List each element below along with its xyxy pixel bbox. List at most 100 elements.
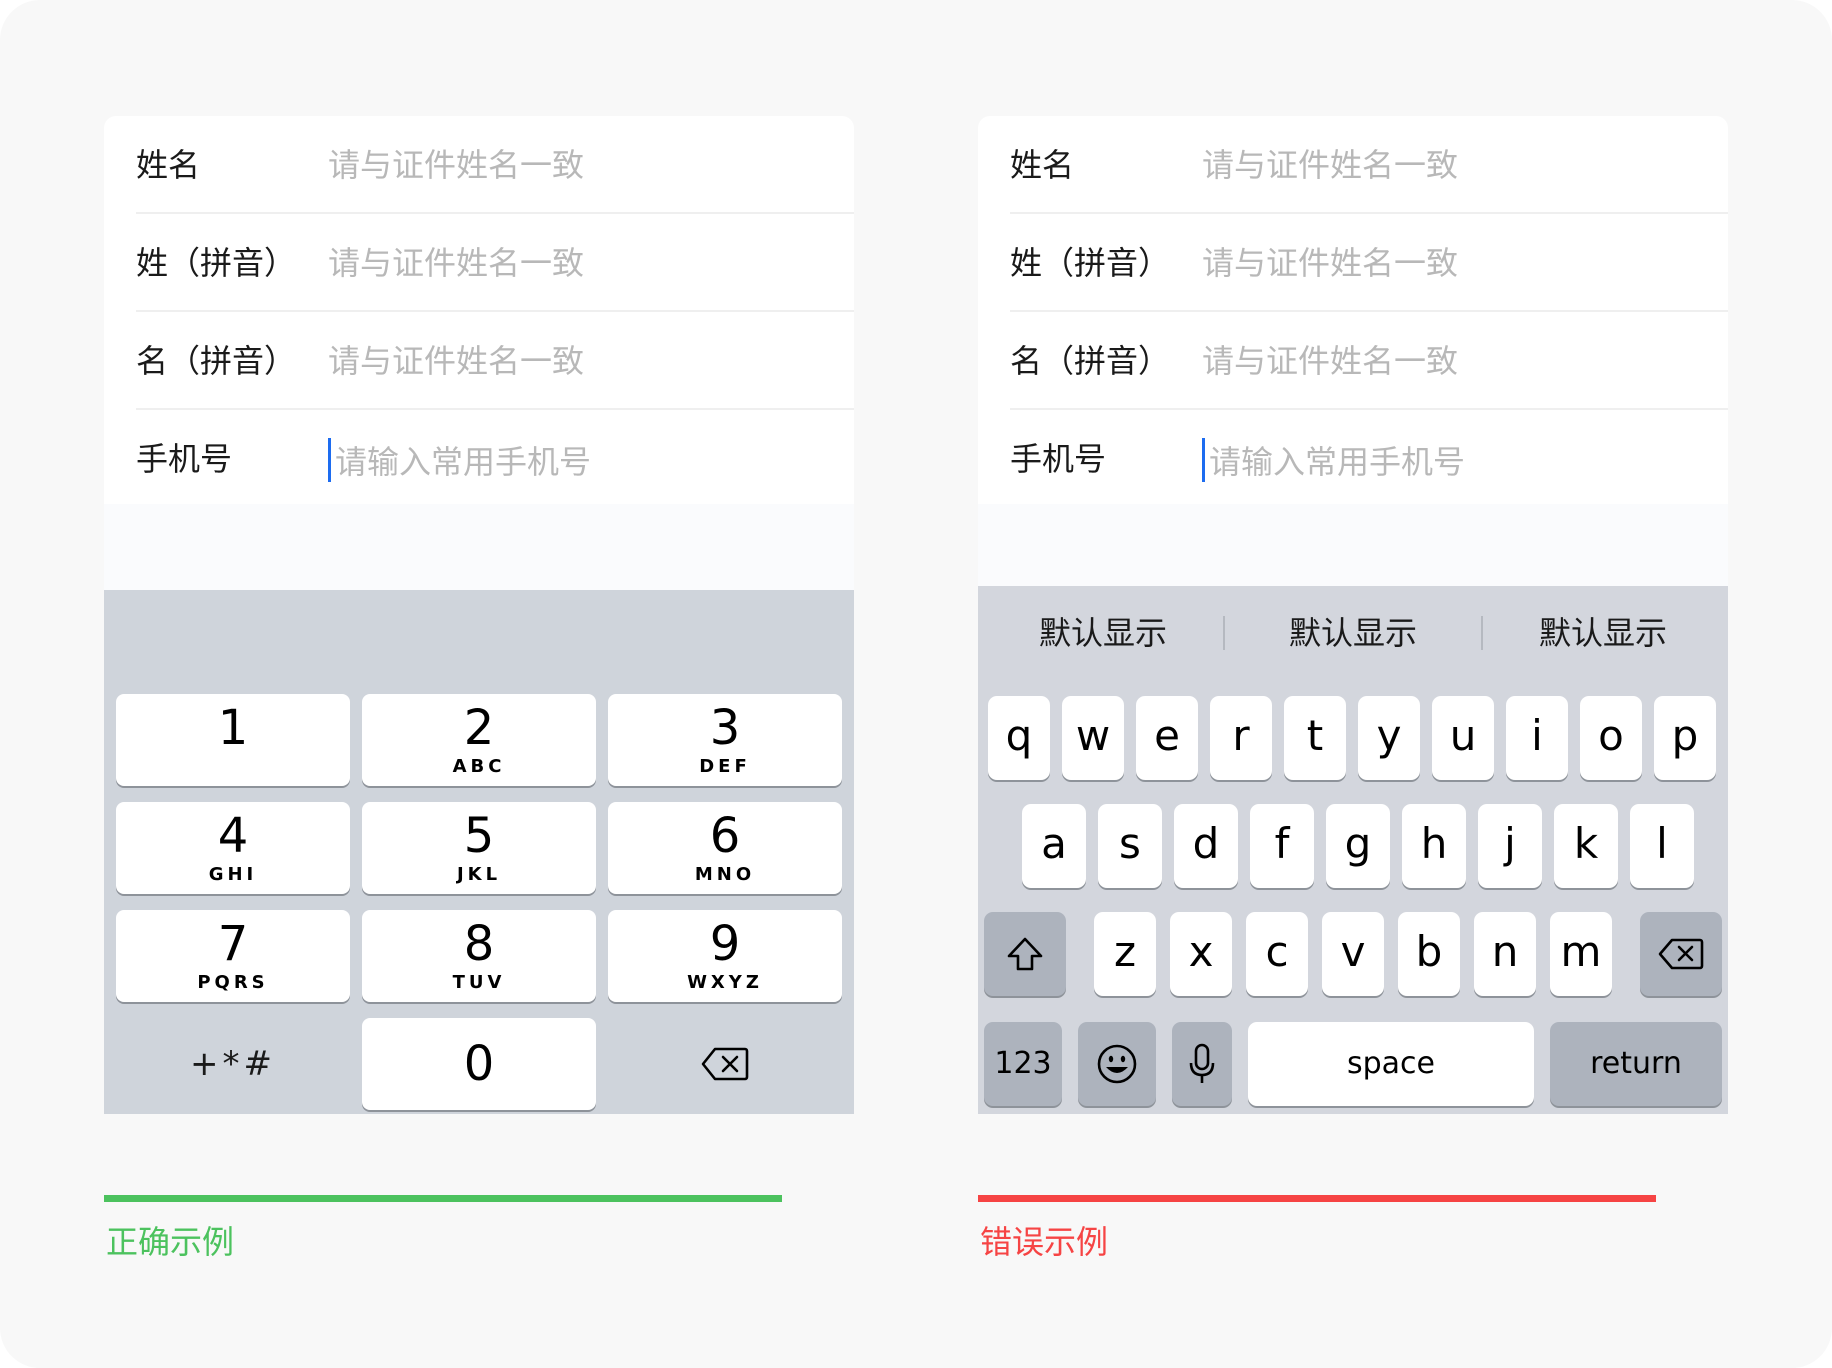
key-5[interactable]: 5 JKL [362,802,596,894]
space-key[interactable]: space [1248,1022,1534,1106]
correct-caption: 正确示例 [106,1223,235,1261]
passenger-form: 姓名 请与证件姓名一致 姓（拼音） 请与证件姓名一致 名（拼音） 请与证件姓名一… [978,116,1728,504]
key-letters: WXYZ [687,972,763,993]
shift-icon [1007,937,1043,971]
name-input[interactable]: 请与证件姓名一致 [1202,116,1458,214]
key-digit: 6 [709,808,741,864]
suggestion-bar: 默认显示 默认显示 默认显示 [978,586,1728,680]
microphone-icon [1189,1043,1215,1083]
key-e[interactable]: e [1136,696,1198,780]
numeric-keypad: 1 2 ABC 3 DEF 4 GHI 5 JKL 6 MNO 7 PQRS 8… [104,590,854,1114]
delete-key[interactable] [1640,912,1722,996]
key-letters: TUV [452,972,506,993]
key-q[interactable]: q [988,696,1050,780]
key-4[interactable]: 4 GHI [116,802,350,894]
form-row-name[interactable]: 姓名 请与证件姓名一致 [104,116,854,214]
key-a[interactable]: a [1022,804,1086,888]
key-l[interactable]: l [1630,804,1694,888]
key-y[interactable]: y [1358,696,1420,780]
return-key[interactable]: return [1550,1022,1722,1106]
key-6[interactable]: 6 MNO [608,802,842,894]
text-caret [328,438,331,482]
key-x[interactable]: x [1170,912,1232,996]
key-g[interactable]: g [1326,804,1390,888]
key-u[interactable]: u [1432,696,1494,780]
key-letters: MNO [694,864,756,885]
key-8[interactable]: 8 TUV [362,910,596,1002]
suggestion-3[interactable]: 默认显示 [1478,586,1728,680]
canvas: 姓名 请与证件姓名一致 姓（拼音） 请与证件姓名一致 名（拼音） 请与证件姓名一… [0,0,1832,1368]
key-letters: PQRS [197,972,269,993]
key-1[interactable]: 1 [116,694,350,786]
key-m[interactable]: m [1550,912,1612,996]
key-digit: 2 [463,700,495,756]
key-2[interactable]: 2 ABC [362,694,596,786]
key-o[interactable]: o [1580,696,1642,780]
wrong-caption: 错误示例 [980,1223,1109,1261]
form-row-name[interactable]: 姓名 请与证件姓名一致 [978,116,1728,214]
correct-indicator-bar [104,1195,782,1202]
key-letters: GHI [208,864,258,885]
row-label: 手机号 [136,440,233,478]
key-digit: 8 [463,916,495,972]
key-9[interactable]: 9 WXYZ [608,910,842,1002]
emoji-key[interactable] [1078,1022,1156,1106]
key-n[interactable]: n [1474,912,1536,996]
key-0[interactable]: 0 [362,1018,596,1110]
key-r[interactable]: r [1210,696,1272,780]
key-s[interactable]: s [1098,804,1162,888]
row-label: 姓（拼音） [136,244,297,282]
backspace-icon [1658,938,1704,970]
row-label: 姓（拼音） [1010,244,1171,282]
key-digit: 1 [217,700,249,756]
form-row-phone[interactable]: 手机号 请输入常用手机号 [978,410,1728,508]
key-k[interactable]: k [1554,804,1618,888]
delete-key[interactable] [608,1018,842,1110]
form-row-surname-pinyin[interactable]: 姓（拼音） 请与证件姓名一致 [104,214,854,312]
key-h[interactable]: h [1402,804,1466,888]
key-t[interactable]: t [1284,696,1346,780]
key-z[interactable]: z [1094,912,1156,996]
name-input[interactable]: 请与证件姓名一致 [328,116,584,214]
suggestion-1[interactable]: 默认显示 [978,586,1228,680]
form-row-given-pinyin[interactable]: 名（拼音） 请与证件姓名一致 [978,312,1728,410]
key-digit: 4 [217,808,249,864]
key-7[interactable]: 7 PQRS [116,910,350,1002]
key-3[interactable]: 3 DEF [608,694,842,786]
form-row-surname-pinyin[interactable]: 姓（拼音） 请与证件姓名一致 [978,214,1728,312]
key-f[interactable]: f [1250,804,1314,888]
key-j[interactable]: j [1478,804,1542,888]
given-pinyin-input[interactable]: 请与证件姓名一致 [1202,312,1458,410]
key-digit: 9 [709,916,741,972]
row-label: 名（拼音） [136,342,297,380]
row-label: 手机号 [1010,440,1107,478]
key-b[interactable]: b [1398,912,1460,996]
key-p[interactable]: p [1654,696,1716,780]
key-c[interactable]: c [1246,912,1308,996]
phone-input[interactable]: 请输入常用手机号 [328,438,591,482]
phone-input[interactable]: 请输入常用手机号 [1202,438,1465,482]
key-digit: 3 [709,700,741,756]
form-row-given-pinyin[interactable]: 名（拼音） 请与证件姓名一致 [104,312,854,410]
key-i[interactable]: i [1506,696,1568,780]
shift-key[interactable] [984,912,1066,996]
key-letters: DEF [699,756,751,777]
surname-pinyin-input[interactable]: 请与证件姓名一致 [1202,214,1458,312]
key-w[interactable]: w [1062,696,1124,780]
phone-placeholder: 请输入常用手机号 [335,443,592,481]
key-d[interactable]: d [1174,804,1238,888]
row-label: 名（拼音） [1010,342,1171,380]
key-letters: JKL [456,864,502,885]
given-pinyin-input[interactable]: 请与证件姓名一致 [328,312,584,410]
form-spacer [978,504,1728,586]
form-row-phone[interactable]: 手机号 请输入常用手机号 [104,410,854,508]
suggestion-2[interactable]: 默认显示 [1228,586,1478,680]
key-letters: ABC [452,756,506,777]
key-v[interactable]: v [1322,912,1384,996]
surname-pinyin-input[interactable]: 请与证件姓名一致 [328,214,584,312]
symbols-key[interactable]: +*# [116,1018,350,1110]
microphone-key[interactable] [1172,1022,1232,1106]
key-digit: 0 [463,1036,495,1092]
row-label: 姓名 [136,146,201,184]
numbers-key[interactable]: 123 [984,1022,1062,1106]
